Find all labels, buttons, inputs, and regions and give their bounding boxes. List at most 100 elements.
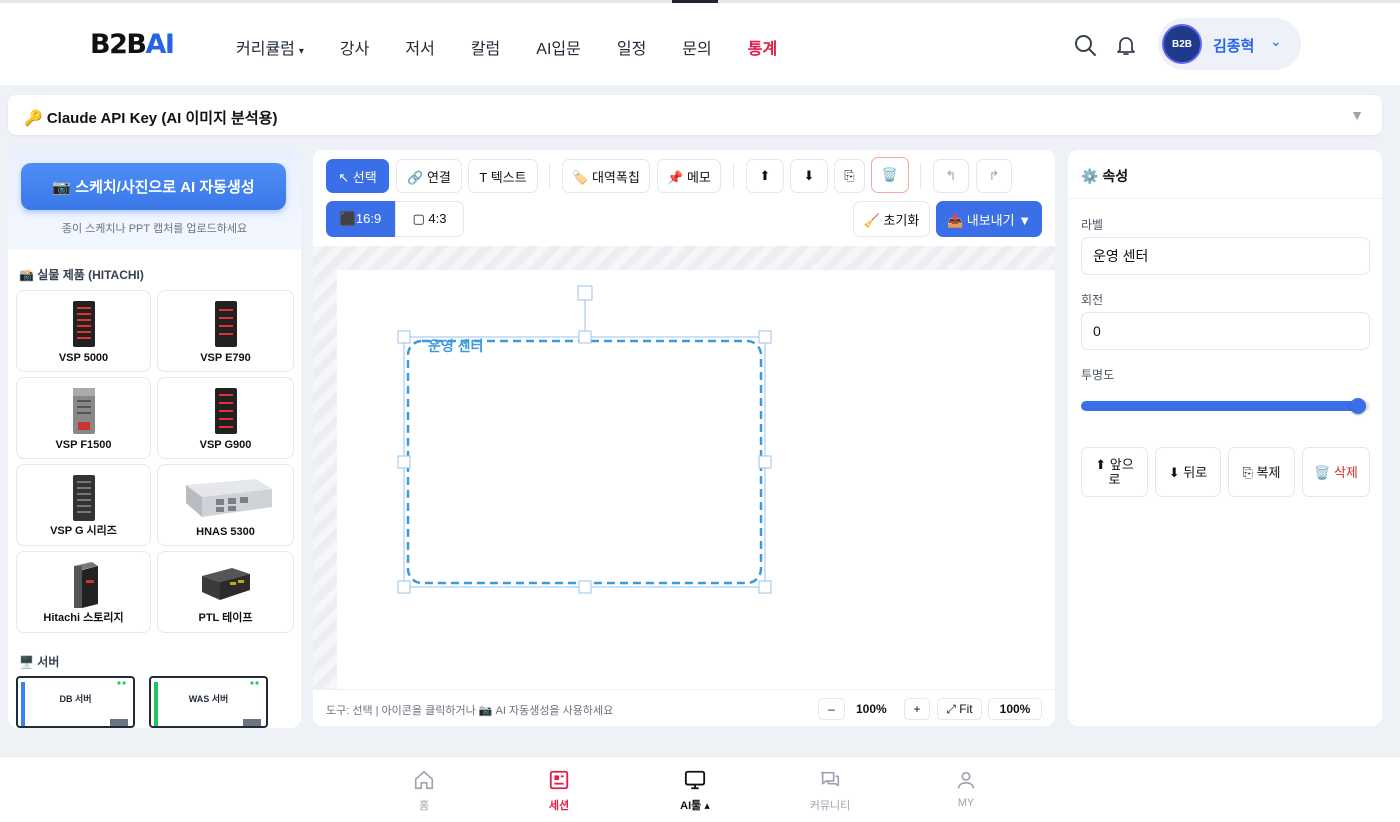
nav-curriculum[interactable]: 커리큘럼 ▾ [236,35,304,59]
server-plate [243,719,261,726]
nav-stats[interactable]: 통계 [748,35,777,59]
product-label: VSP E790 [200,352,251,364]
bottom-nav-community[interactable]: 커뮤니티 [790,769,870,813]
product-label: HNAS 5300 [196,526,255,538]
ratio-4-3-button[interactable]: ▢ 4:3 [395,201,464,237]
section-title-servers: 🖥️ 서버 [19,655,60,669]
tape-library-icon [201,568,250,600]
server-label: DB 서버 [59,694,92,704]
storage-rack-icon [72,475,95,521]
redo-button[interactable]: ↱ [976,159,1012,193]
nav-inquiry[interactable]: 문의 [682,35,711,59]
send-backward-button[interactable]: ⬇ [790,159,828,193]
storage-rack-icon [72,388,95,434]
selected-group-shape[interactable]: 운영 센터 [337,270,1055,690]
search-icon[interactable] [1073,33,1097,57]
product-label: VSP G900 [199,439,252,451]
monitor-icon [684,770,706,790]
bring-forward-button[interactable]: ⬆ [746,159,784,193]
server-card-was[interactable]: WAS 서버 [149,676,268,728]
product-label: VSP G 시리즈 [50,525,117,537]
bottom-nav-my[interactable]: MY [926,769,1006,809]
component-palette: 📷 스케치/사진으로 AI 자동생성 종이 스케치나 PPT 캡처를 업로드하세… [8,148,301,728]
storage-rack-icon [214,388,237,434]
properties-title: ⚙️ 속성 [1081,168,1129,184]
avatar: B2B [1162,24,1202,64]
bottom-nav-session[interactable]: 세션 [519,769,599,813]
zoom-out-button[interactable]: – [818,698,845,720]
opacity-field-label: 투명도 [1081,368,1115,382]
undo-button[interactable]: ↰ [933,159,969,193]
user-name: 김종혁 [1213,38,1255,55]
toolbar-divider [549,164,550,188]
server-card-db[interactable]: DB 서버 [16,676,135,728]
main-nav: 커리큘럼 ▾ 강사 저서 칼럼 AI입문 일정 문의 통계 [236,35,813,59]
bottom-nav-ai-tools[interactable]: AI툴 ▴ [655,769,735,813]
duplicate-button[interactable]: ⎘ [834,159,865,193]
expand-caret-icon[interactable]: ▼ [1350,107,1364,123]
logo[interactable]: B2BAI [90,29,175,60]
text-tool-button[interactable]: T 텍스트 [468,159,538,193]
ratio-16-9-button[interactable]: ⬛16:9 [326,201,395,237]
product-card-vspf1500[interactable]: VSP F1500 [16,377,151,459]
site-header: B2BAI 커리큘럼 ▾ 강사 저서 칼럼 AI입문 일정 문의 통계 B2B 김… [0,3,1400,85]
reset-button[interactable]: 🧹 초기화 [853,201,930,237]
section-title-products: 📸 실물 제품 (HITACHI) [19,268,144,282]
opacity-slider-thumb[interactable] [1350,398,1367,414]
bandwidth-chip-button[interactable]: 🏷️ 대역폭칩 [562,159,650,193]
bring-front-button[interactable]: ⬆ 앞으로 [1081,447,1148,497]
status-led-icon [250,681,259,685]
product-grid: VSP 5000 VSP E790 VSP F1500 VSP G900 VSP… [16,290,294,633]
server-list: DB 서버 WAS 서버 [16,676,268,728]
product-card-hnas5300[interactable]: HNAS 5300 [157,464,294,546]
select-tool-button[interactable]: ↖ 선택 [326,159,389,193]
diagram-editor: ↖ 선택 🔗 연결 T 텍스트 🏷️ 대역폭칩 📌 메모 ⬆ ⬇ ⎘ 🗑️ ↰ … [313,150,1055,726]
product-card-vspg900[interactable]: VSP G900 [157,377,294,459]
api-key-panel[interactable]: 🔑 Claude API Key (AI 이미지 분석용) ▼ [8,95,1382,135]
bottom-nav-home[interactable]: 홈 [384,769,464,813]
delete-button[interactable]: 🗑️ [871,157,909,193]
toolbar-divider [920,164,921,188]
product-card-vspg-series[interactable]: VSP G 시리즈 [16,464,151,546]
nav-books[interactable]: 저서 [405,35,434,59]
zoom-reset-button[interactable]: 100% [988,698,1042,720]
ai-generate-button[interactable]: 📷 스케치/사진으로 AI 자동생성 [21,163,286,210]
chevron-down-icon: ▾ [298,46,304,57]
storage-rack-icon [72,301,95,347]
user-menu[interactable]: B2B 김종혁 ⌄ [1158,18,1301,70]
nav-instructor[interactable]: 강사 [340,35,369,59]
opacity-slider-fill [1081,401,1359,411]
duplicate-element-button[interactable]: ⎘ 복제 [1228,447,1295,497]
opacity-slider[interactable] [1081,398,1370,414]
nav-ai-intro[interactable]: AI입문 [536,35,581,59]
memo-button[interactable]: 📌 메모 [657,159,721,193]
rotation-input[interactable]: 0 [1081,312,1370,350]
canvas-area[interactable]: 운영 센터 [313,246,1055,690]
zoom-in-button[interactable]: + [904,698,930,720]
export-button[interactable]: 📤 내보내기 ▼ [936,201,1042,237]
product-card-hitachi-storage[interactable]: Hitachi 스토리지 [16,551,151,633]
product-card-vsp5000[interactable]: VSP 5000 [16,290,151,372]
group-label: 운영 센터 [428,338,483,354]
product-label: VSP 5000 [58,352,109,364]
toolbar-divider [733,164,734,188]
product-card-vspe790[interactable]: VSP E790 [157,290,294,372]
storage-tower-icon [73,562,98,608]
status-bar: 도구: 선택 | 아이콘을 클릭하거나 📷 AI 자동생성을 사용하세요 – 1… [313,689,1055,726]
fit-button[interactable]: ⤢ Fit [937,698,982,720]
properties-panel: ⚙️ 속성 라벨 운영 센터 회전 0 투명도 ⬆ 앞으로 ⬇ 뒤로 ⎘ 복제 … [1068,150,1382,726]
bottom-nav: 홈 세션 AI툴 ▴ 커뮤니티 MY [0,756,1400,822]
nav-column[interactable]: 칼럼 [471,35,500,59]
nas-appliance-icon [185,479,272,517]
product-label: PTL 테이프 [198,612,253,624]
canvas-page[interactable]: 운영 센터 [337,270,1055,690]
label-input[interactable]: 운영 센터 [1081,237,1370,275]
send-back-button[interactable]: ⬇ 뒤로 [1155,447,1221,497]
delete-element-button[interactable]: 🗑️ 삭제 [1302,447,1370,497]
api-key-title: 🔑 Claude API Key (AI 이미지 분석용) [24,110,278,127]
bell-icon[interactable] [1114,33,1138,57]
connect-tool-button[interactable]: 🔗 연결 [396,159,462,193]
chat-icon [820,771,840,787]
product-card-ptl-tape[interactable]: PTL 테이프 [157,551,294,633]
nav-schedule[interactable]: 일정 [617,35,646,59]
